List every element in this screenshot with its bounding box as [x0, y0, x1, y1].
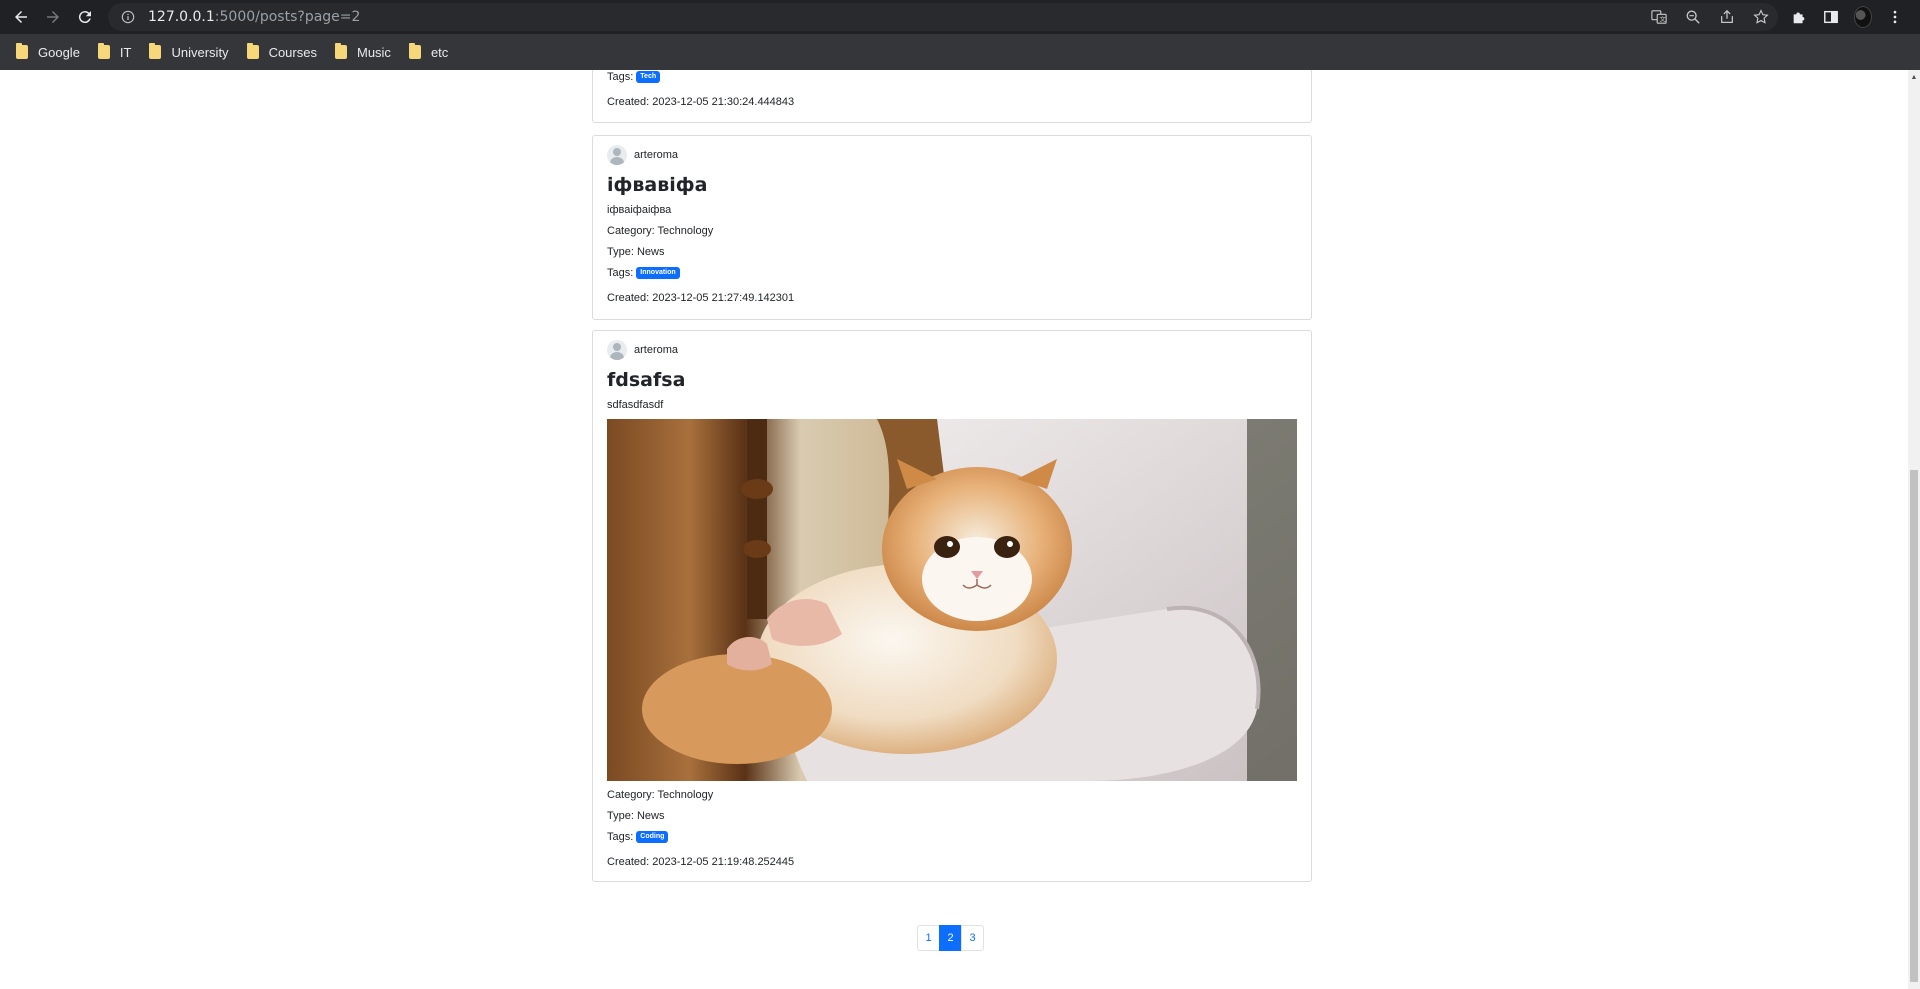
side-panel-icon[interactable] [1822, 8, 1840, 26]
bookmarks-bar: Google IT University Courses Music etc [0, 34, 1920, 70]
url-text[interactable]: 127.0.0.1:5000/posts?page=2 [148, 9, 360, 25]
post-tags: Tags: Tech [607, 70, 1297, 88]
address-bar[interactable]: 127.0.0.1:5000/posts?page=2 文 [108, 3, 1778, 31]
tag-badge[interactable]: Innovation [636, 267, 680, 280]
menu-kebab-icon[interactable] [1886, 8, 1904, 26]
post-body: sdfasdfasdf [607, 399, 664, 411]
url-path: :5000/posts?page=2 [214, 9, 361, 25]
tag-badge[interactable]: Tech [636, 71, 661, 84]
forward-button[interactable] [37, 0, 69, 34]
bookmark-university[interactable]: University [147, 38, 238, 66]
folder-icon [334, 43, 347, 59]
post-author: arteroma [607, 339, 1297, 361]
post-category: Category: Technology [607, 225, 714, 237]
folder-icon [408, 43, 421, 59]
reload-button[interactable] [69, 0, 101, 34]
back-button[interactable] [5, 0, 37, 34]
cat-photo-illustration [607, 419, 1297, 781]
share-icon[interactable] [1718, 8, 1736, 26]
bookmark-label: University [171, 44, 229, 60]
post-created: Created: 2023-12-05 21:30:24.444843 [607, 96, 795, 108]
post-card: Tags: Tech Created: 2023-12-05 21:30:24.4… [592, 70, 1312, 123]
reload-icon [78, 11, 91, 24]
zoom-icon[interactable] [1684, 8, 1702, 26]
site-info-icon[interactable] [120, 9, 136, 25]
tags-label: Tags: [607, 831, 634, 843]
post-body: іфваіфаіфва [607, 204, 672, 216]
bookmark-etc[interactable]: etc [407, 38, 458, 66]
post-category: Category: Technology [607, 789, 714, 801]
post-tags: Tags: Coding [607, 827, 1297, 848]
scrollbar-thumb[interactable] [1910, 470, 1918, 982]
post-type: Type: News [607, 246, 665, 258]
browser-toolbar: 127.0.0.1:5000/posts?page=2 文 [0, 0, 1920, 34]
bookmark-it[interactable]: IT [96, 38, 142, 66]
page-viewport: Tags: Tech Created: 2023-12-05 21:30:24.4… [0, 70, 1908, 989]
bookmark-music[interactable]: Music [333, 38, 401, 66]
post-author: arteroma [607, 144, 1297, 166]
folder-icon [97, 43, 110, 59]
post-card: arteroma іфвавіфа іфваіфаіфва Category: … [592, 135, 1312, 320]
scroll-up-arrow-icon[interactable]: ▲ [1910, 74, 1918, 82]
post-created: Created: 2023-12-05 21:27:49.142301 [607, 292, 795, 304]
translate-icon[interactable]: 文 [1650, 8, 1668, 26]
user-avatar [607, 340, 627, 360]
folder-icon [246, 43, 259, 59]
url-host: 127.0.0.1 [148, 9, 215, 25]
folder-icon [149, 43, 162, 59]
pagination: 1 2 3 [917, 925, 984, 951]
bookmark-label: Music [356, 44, 391, 60]
post-tags: Tags: Innovation [607, 263, 1297, 284]
bookmark-google[interactable]: Google [14, 38, 90, 66]
page-link-1[interactable]: 1 [917, 925, 940, 951]
bookmark-courses[interactable]: Courses [245, 38, 327, 66]
tag-badge[interactable]: Coding [636, 831, 669, 844]
author-name[interactable]: arteroma [634, 344, 678, 356]
arrow-left-icon [15, 11, 27, 23]
post-title[interactable]: fdsafsa [607, 365, 1297, 395]
bookmark-star-icon[interactable] [1752, 8, 1770, 26]
page-link-2-active[interactable]: 2 [939, 925, 962, 951]
svg-text:文: 文 [1659, 15, 1666, 23]
user-avatar [607, 145, 627, 165]
post-created: Created: 2023-12-05 21:19:48.252445 [607, 856, 795, 868]
profile-picture [1854, 6, 1872, 28]
arrow-right-icon [47, 11, 59, 23]
tags-label: Tags: [607, 267, 634, 279]
tags-label: Tags: [607, 71, 634, 83]
folder-icon [16, 43, 28, 59]
bookmark-label: IT [119, 44, 132, 60]
bookmark-label: Courses [268, 44, 317, 60]
bookmark-label: etc [430, 44, 449, 60]
bookmark-label: Google [38, 44, 80, 60]
post-title[interactable]: іфвавіфа [607, 170, 1297, 200]
profile-avatar[interactable] [1854, 6, 1872, 28]
author-name[interactable]: arteroma [634, 149, 678, 161]
post-image-cat-photo [607, 419, 1297, 781]
post-type: Type: News [607, 810, 665, 822]
extensions-icon[interactable] [1790, 8, 1808, 26]
page-link-3[interactable]: 3 [961, 925, 984, 951]
post-card: arteroma fdsafsa sdfasdfasdf Category: T… [592, 330, 1312, 882]
